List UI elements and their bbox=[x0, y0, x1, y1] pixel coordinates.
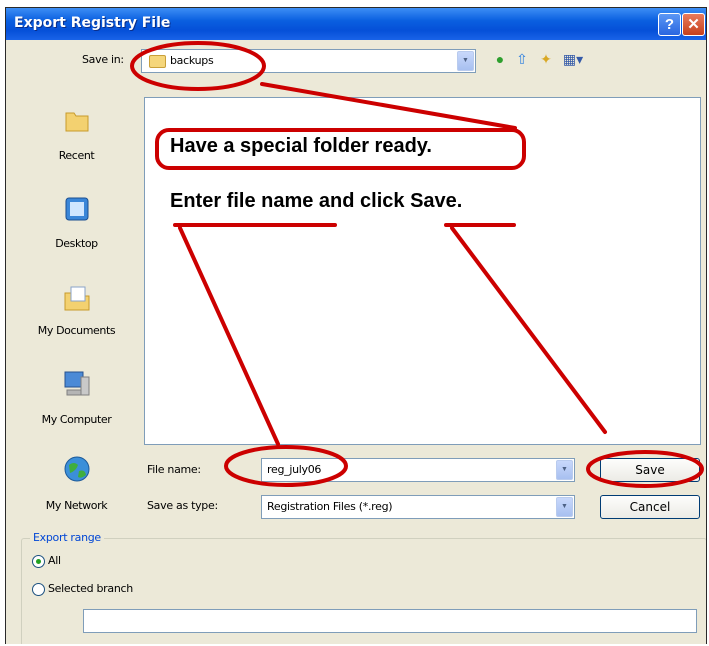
annotation-line-to-filename bbox=[178, 226, 280, 446]
annotation-circle-save-button bbox=[586, 450, 704, 488]
annotation-box-folder-note bbox=[155, 128, 526, 170]
annotation-line-to-save bbox=[450, 226, 607, 434]
annotation-overlay bbox=[130, 41, 704, 488]
annotation-line-folder bbox=[260, 82, 517, 130]
annotation-circle-save-in bbox=[130, 41, 266, 91]
annotation-circle-file-name bbox=[224, 445, 348, 487]
